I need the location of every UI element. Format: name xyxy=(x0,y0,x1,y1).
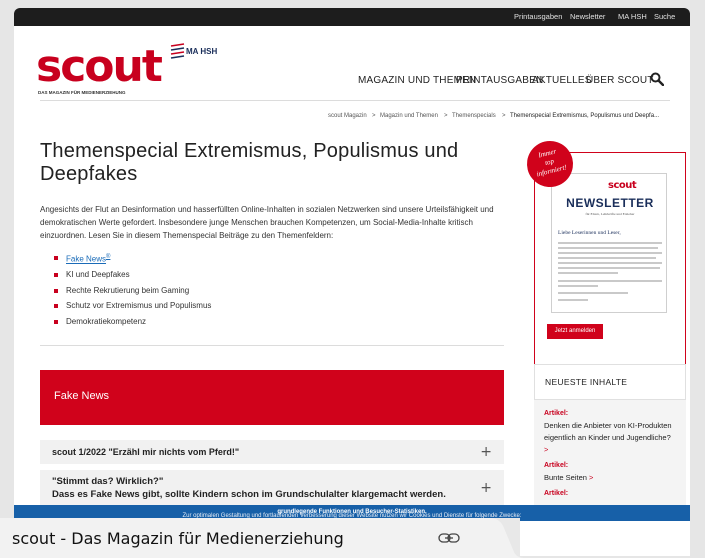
topbar-link-newsletter[interactable]: Newsletter xyxy=(570,12,605,21)
newsletter-promo[interactable]: scout NEWSLETTER für Eltern, Lehrkräfte … xyxy=(522,136,686,370)
content-divider xyxy=(40,345,504,346)
browser-frame: Printausgaben Newsletter MA HSH Suche sc… xyxy=(0,0,705,558)
top-utility-bar: Printausgaben Newsletter MA HSH Suche xyxy=(14,8,690,26)
newsletter-text-line xyxy=(558,247,658,249)
article-intro: Angesichts der Flut an Desinformation un… xyxy=(40,205,494,240)
breadcrumb-current: Themenspecial Extremismus, Populismus un… xyxy=(510,113,659,119)
newsletter-text-line xyxy=(558,262,662,264)
breadcrumb-current-label: Themenspecial Extremismus, Populismus un… xyxy=(510,113,660,119)
sidebar-item-text[interactable]: Denken die Anbieter von KI-Produkten eig… xyxy=(544,421,672,442)
sidebar-item-text[interactable]: Bunte Seiten xyxy=(544,473,587,482)
tab-title: scout - Das Magazin für Medienerziehung xyxy=(12,529,344,548)
section-banner-title: Fake News xyxy=(54,390,110,402)
nav-item-ueber-scout[interactable]: ÜBER SCOUT xyxy=(586,75,654,86)
breadcrumb-item-themenspecials[interactable]: Themenspecials xyxy=(452,113,496,119)
page-title: Themenspecial Extremismus, Populismus un… xyxy=(40,140,459,185)
topbar-link-printausgaben[interactable]: Printausgaben xyxy=(514,12,562,21)
expand-plus-icon[interactable]: + xyxy=(480,480,492,496)
nav-item-aktuelles[interactable]: AKTUELLES xyxy=(532,75,592,86)
search-icon[interactable] xyxy=(650,72,664,86)
subscribe-button[interactable]: Jetzt anmelden xyxy=(547,324,603,339)
topic-item-schutz-vor-extremismus: Schutz vor Extremismus und Populismus xyxy=(54,298,211,314)
logo-tagline: DAS MAGAZIN FÜR MEDIENERZIEHUNG xyxy=(38,90,126,95)
section-banner-fake-news: Fake News xyxy=(40,370,504,425)
link-icon[interactable] xyxy=(438,532,460,544)
sidebar-item-link[interactable]: Denken die Anbieter von KI-Produkten eig… xyxy=(544,420,674,456)
logo-stripes-icon xyxy=(170,43,185,59)
sidebar-item-label: Artikel: xyxy=(544,462,569,469)
sidebar-item-label: Artikel: xyxy=(544,490,569,497)
newsletter-text-line xyxy=(558,285,598,287)
topic-item-rechte-rekrutierung: Rechte Rekrutierung beim Gaming xyxy=(54,283,211,299)
newsletter-preview-image: scout NEWSLETTER für Eltern, Lehrkräfte … xyxy=(551,173,667,313)
accordion-item-title: scout 1/2022 "Erzähl mir nichts vom Pfer… xyxy=(52,447,240,457)
web-page: Printausgaben Newsletter MA HSH Suche sc… xyxy=(14,8,690,556)
newsletter-text-line xyxy=(558,267,660,269)
accordion-item[interactable]: scout 1/2022 "Erzähl mir nichts vom Pfer… xyxy=(40,440,504,464)
breadcrumb-item-magazin-und-themen[interactable]: Magazin und Themen xyxy=(380,113,438,119)
newsletter-subtitle: für Eltern, Lehrkräfte und Erzieher xyxy=(585,212,635,216)
scout-logo[interactable]: scout MA HSH DAS MAGAZIN FÜR MEDIENERZIE… xyxy=(36,42,256,102)
newsletter-text-line xyxy=(558,257,656,259)
breadcrumb-separator: > xyxy=(444,113,448,119)
breadcrumb-item-scout-magazin[interactable]: scout Magazin xyxy=(328,113,367,119)
nav-item-printausgaben[interactable]: PRINTAUSGABEN xyxy=(456,75,543,86)
newsletter-text-line xyxy=(558,292,628,294)
topic-item-ki-und-deepfakes: KI und Deepfakes xyxy=(54,267,211,283)
newsletter-text-line xyxy=(558,280,662,282)
accordion-item[interactable]: "Stimmt das? Wirklich?" Dass es Fake New… xyxy=(40,470,504,506)
accordion-item-title: "Stimmt das? Wirklich?" xyxy=(52,476,164,487)
topic-item-fake-news[interactable]: Fake News® xyxy=(54,250,211,267)
newsletter-text-line xyxy=(558,272,618,274)
chevron-right-icon: > xyxy=(544,445,549,454)
sidebar-heading: NEUESTE INHALTE xyxy=(545,377,628,387)
newsletter-greeting: Liebe Leserinnen und Leser, xyxy=(558,230,621,236)
newsletter-logo: scout xyxy=(608,180,637,191)
accordion-item-subtitle: Dass es Fake News gibt, sollte Kindern s… xyxy=(52,489,446,500)
newsletter-text-line xyxy=(558,252,662,254)
sidebar-item-label: Artikel: xyxy=(544,410,569,417)
tab-corner xyxy=(470,518,524,558)
logo-badge: MA HSH xyxy=(186,47,218,56)
topbar-link-ma-hsh[interactable]: MA HSH xyxy=(618,12,647,21)
chevron-right-icon: > xyxy=(589,473,594,482)
topic-item-demokratiekompetenz: Demokratiekompetenz xyxy=(54,314,211,330)
breadcrumb-separator: > xyxy=(372,113,376,119)
sidebar-item-link[interactable]: Bunte Seiten > xyxy=(544,472,674,484)
latest-content-sidebar: NEUESTE INHALTE Artikel: Denken die Anbi… xyxy=(534,364,686,514)
page-tab-caption[interactable]: scout - Das Magazin für Medienerziehung xyxy=(0,518,524,558)
newsletter-text-line xyxy=(558,242,662,244)
newsletter-text-line xyxy=(558,299,588,301)
breadcrumb-separator: > xyxy=(502,113,506,119)
topic-list: Fake News® KI und Deepfakes Rechte Rekru… xyxy=(54,250,211,329)
header-divider xyxy=(40,100,670,101)
external-link-icon: ® xyxy=(106,254,111,260)
cookie-notice-text: Zur optimalen Gestaltung und fortlaufend… xyxy=(14,509,690,519)
sidebar-heading-box: NEUESTE INHALTE xyxy=(534,364,686,400)
expand-plus-icon[interactable]: + xyxy=(480,444,492,460)
logo-wordmark: scout xyxy=(36,41,163,92)
topbar-link-suche[interactable]: Suche xyxy=(654,12,675,21)
newsletter-title: NEWSLETTER xyxy=(566,196,654,210)
topic-link-label[interactable]: Fake News xyxy=(66,255,106,264)
